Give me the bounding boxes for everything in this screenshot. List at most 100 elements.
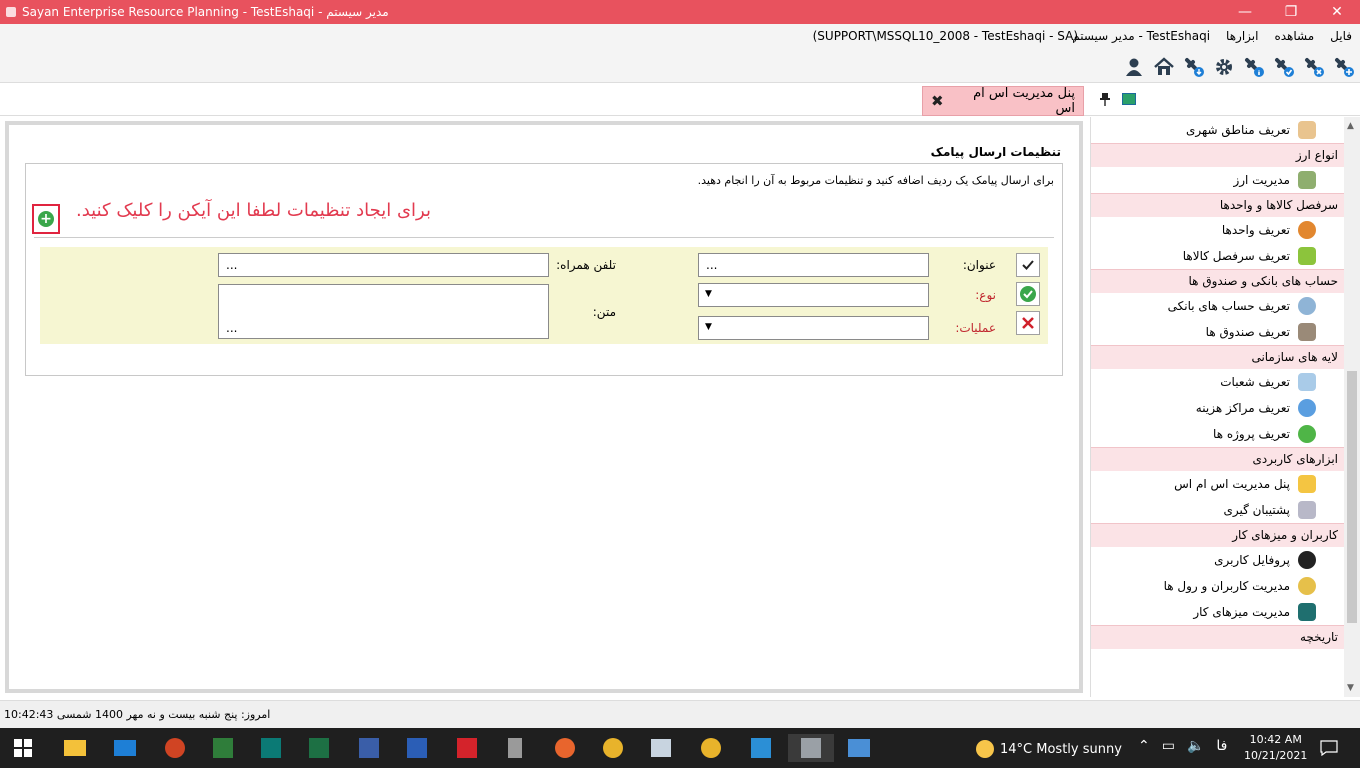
home-icon[interactable] <box>1152 55 1176 79</box>
phone-input[interactable]: ... <box>218 253 549 277</box>
screen-tool-icon[interactable] <box>646 734 676 762</box>
windows-start-icon[interactable] <box>8 734 38 762</box>
sidebar-group-currency[interactable]: انواع ارز <box>1091 143 1344 167</box>
publisher-icon[interactable] <box>256 734 286 762</box>
delete-row-button[interactable] <box>1016 311 1040 335</box>
money-icon <box>1298 171 1316 189</box>
minimize-button[interactable]: — <box>1222 0 1268 24</box>
hint-text: برای ایجاد تنظیمات لطفا این آیکن را کلیک… <box>76 200 431 221</box>
title-input[interactable]: ... <box>698 253 929 277</box>
safe-icon <box>1298 323 1316 341</box>
chrome-icon[interactable] <box>598 734 628 762</box>
sun-icon <box>976 740 994 758</box>
sidebar-item-units[interactable]: تعریف واحدها <box>1091 217 1344 243</box>
approve-row-button[interactable] <box>1016 282 1040 306</box>
gear-icon[interactable] <box>1212 55 1236 79</box>
visio-icon[interactable] <box>354 734 384 762</box>
clock-time: 10:42 AM <box>1249 733 1302 746</box>
close-button[interactable]: ✕ <box>1314 0 1360 24</box>
message-textarea[interactable]: ... <box>218 284 549 339</box>
sidebar-group-goods[interactable]: سرفصل کالاها و واحدها <box>1091 193 1344 217</box>
menu-view[interactable]: مشاهده <box>1274 29 1314 43</box>
word-icon[interactable] <box>402 734 432 762</box>
sidebar-group-history[interactable]: تاریخچه <box>1091 625 1344 649</box>
sidebar-item-cashboxes[interactable]: تعریف صندوق ها <box>1091 319 1344 345</box>
sidebar-item-user-profile[interactable]: پروفایل کاربری <box>1091 547 1344 573</box>
mail-icon[interactable] <box>110 734 140 762</box>
plug-download-icon[interactable] <box>1182 55 1206 79</box>
menu-file[interactable]: فایل <box>1330 29 1352 43</box>
language-indicator[interactable]: فا <box>1216 738 1227 754</box>
sidebar-item-desktops[interactable]: مدیریت میزهای کار <box>1091 599 1344 625</box>
sidebar-item-projects[interactable]: تعریف پروژه ها <box>1091 421 1344 447</box>
plug-check-icon[interactable] <box>1272 55 1296 79</box>
sidebar-group-bank[interactable]: حساب های بانکی و صندوق ها <box>1091 269 1344 293</box>
chrome-icon-2[interactable] <box>696 734 726 762</box>
plug-remove-icon[interactable] <box>1302 55 1326 79</box>
toolbar <box>0 50 1360 83</box>
chevron-up-icon[interactable]: ⌃ <box>1138 738 1150 754</box>
settings-groupbox: برای ارسال پیامک یک ردیف اضافه کنید و تن… <box>25 163 1063 376</box>
add-row-button[interactable]: + <box>32 204 60 234</box>
sidebar-item-backup[interactable]: پشتیبان گیری <box>1091 497 1344 523</box>
excel-icon[interactable] <box>304 734 334 762</box>
map-icon <box>1298 121 1316 139</box>
sidebar-item-cost-centers[interactable]: تعریف مراکز هزینه <box>1091 395 1344 421</box>
sidebar-group-tools[interactable]: ابزارهای کاربردی <box>1091 447 1344 471</box>
file-explorer-icon[interactable] <box>60 734 90 762</box>
network-app-icon[interactable] <box>844 734 874 762</box>
operations-select[interactable]: ▼ <box>698 316 929 340</box>
maximize-button[interactable]: ❐ <box>1268 0 1314 24</box>
pin-icon[interactable] <box>1100 92 1110 110</box>
powerpoint-icon[interactable] <box>160 734 190 762</box>
scroll-thumb[interactable] <box>1347 371 1357 623</box>
volume-icon[interactable]: 🔈 <box>1187 738 1204 754</box>
status-date: امروز: پنج شنبه بیست و نه مهر 1400 شمسی … <box>4 708 271 721</box>
main-panel: تنظیمات ارسال پیامک برای ارسال پیامک یک … <box>5 121 1083 693</box>
menu-bar: فایل مشاهده ابزارها TestEshaqi - مدیر سی… <box>0 24 1360 50</box>
envelope-icon <box>1298 475 1316 493</box>
firefox-icon[interactable] <box>550 734 580 762</box>
status-bar: امروز: پنج شنبه بیست و نه مهر 1400 شمسی … <box>0 700 1360 728</box>
section-title: تنظیمات ارسال پیامک <box>930 145 1061 159</box>
vscode-icon[interactable] <box>746 734 776 762</box>
sayan-erp-taskbar-icon[interactable] <box>788 734 834 762</box>
tab-label: پنل مدیریت اس ام اس <box>973 86 1075 116</box>
clock[interactable]: 10:42 AM 10/21/2021 <box>1244 732 1307 764</box>
type-select[interactable]: ▼ <box>698 283 929 307</box>
project-icon <box>1298 425 1316 443</box>
sidebar-scrollbar[interactable]: ▲ ▼ <box>1344 117 1360 697</box>
user-profile-icon <box>1298 551 1316 569</box>
sidebar-group-org-layers[interactable]: لایه های سازمانی <box>1091 345 1344 369</box>
weather-widget[interactable]: 14°C Mostly sunny <box>976 740 1122 758</box>
sidebar: تعریف مناطق شهری انواع ارز مدیریت ارز سر… <box>1090 117 1344 697</box>
close-tab-icon[interactable]: ✖ <box>931 92 944 110</box>
sidebar-item-goods[interactable]: تعریف سرفصل کالاها <box>1091 243 1344 269</box>
sidebar-item-bank-accounts[interactable]: تعریف حساب های بانکی <box>1091 293 1344 319</box>
sidebar-item-users-roles[interactable]: مدیریت کاربران و رول ها <box>1091 573 1344 599</box>
project-app-icon[interactable] <box>208 734 238 762</box>
app-icon-generic[interactable] <box>500 734 530 762</box>
sidebar-group-users[interactable]: کاربران و میزهای کار <box>1091 523 1344 547</box>
desktop-icon <box>1298 603 1316 621</box>
sidebar-item-currency[interactable]: مدیریت ارز <box>1091 167 1344 193</box>
plug-add-icon[interactable] <box>1332 55 1356 79</box>
backup-icon <box>1298 501 1316 519</box>
title-bar: Sayan Enterprise Resource Planning - Tes… <box>0 0 1360 24</box>
tab-sms-panel[interactable]: پنل مدیریت اس ام اس ✖ <box>922 86 1084 116</box>
sidebar-item-city-regions[interactable]: تعریف مناطق شهری <box>1091 117 1344 143</box>
flag-icon[interactable] <box>1122 93 1136 105</box>
scroll-down-icon[interactable]: ▼ <box>1347 683 1354 693</box>
menu-user[interactable]: TestEshaqi - مدیر سیستم <box>1072 29 1210 43</box>
scroll-up-icon[interactable]: ▲ <box>1347 121 1354 131</box>
menu-tools[interactable]: ابزارها <box>1226 29 1258 43</box>
notification-icon[interactable] <box>1314 734 1344 762</box>
sidebar-item-branches[interactable]: تعریف شعبات <box>1091 369 1344 395</box>
network-icon[interactable]: ▭ <box>1162 738 1175 754</box>
plug-info-icon[interactable] <box>1242 55 1266 79</box>
sidebar-item-sms-panel[interactable]: پنل مدیریت اس ام اس <box>1091 471 1344 497</box>
acrobat-icon[interactable] <box>452 734 482 762</box>
confirm-row-button[interactable] <box>1016 253 1040 277</box>
dollar-icon <box>1298 399 1316 417</box>
user-icon[interactable] <box>1122 55 1146 79</box>
